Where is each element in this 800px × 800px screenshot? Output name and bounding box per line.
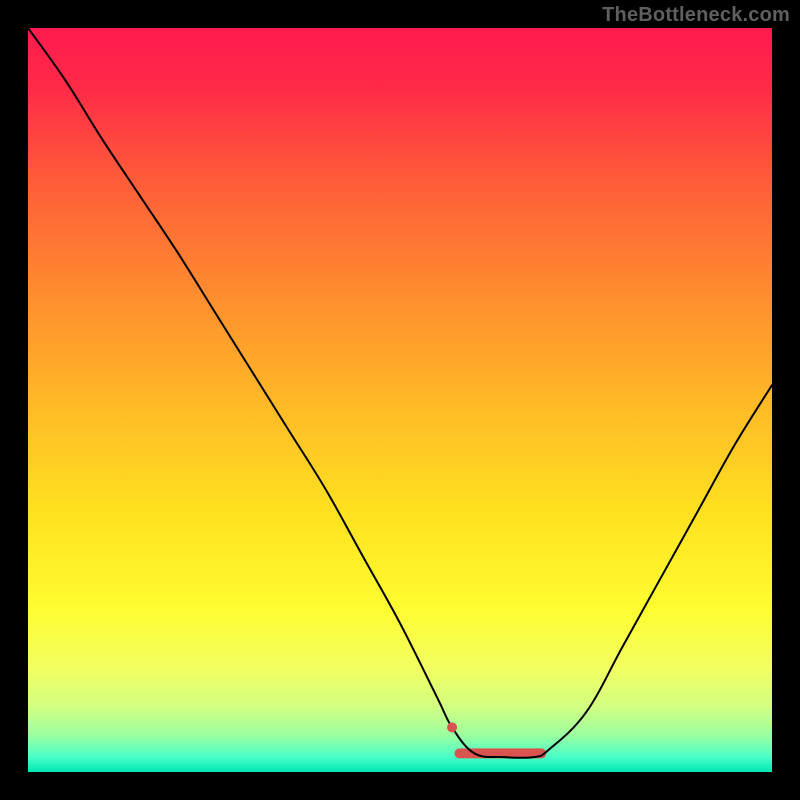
watermark-text: TheBottleneck.com [602,4,790,27]
marker-dot [447,722,457,732]
chart-container: TheBottleneck.com [0,0,800,800]
bottleneck-curve [28,28,772,758]
plot-area [28,28,772,772]
curve-layer [28,28,772,772]
